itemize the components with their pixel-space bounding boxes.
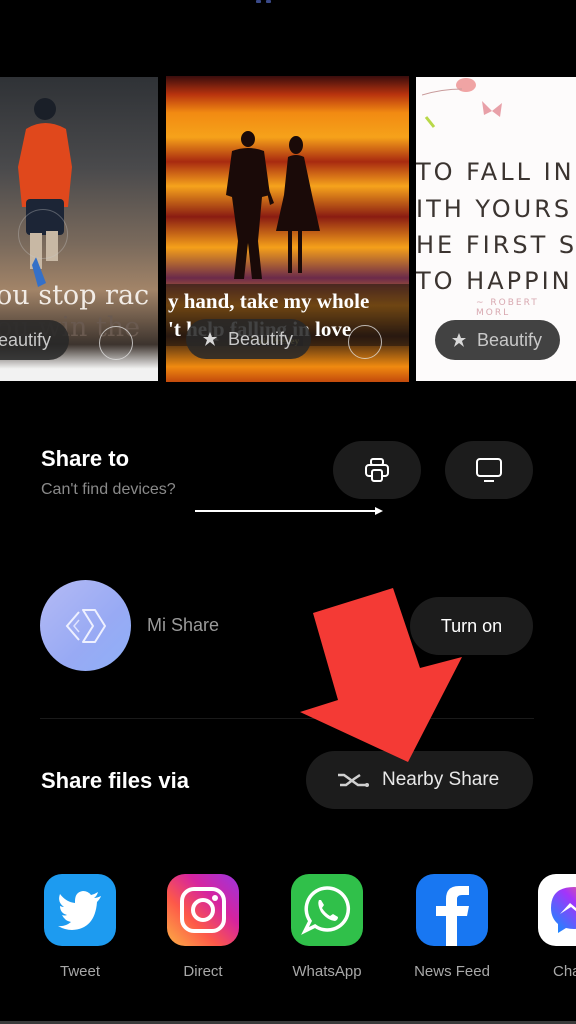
quote-attribution: ~ ROBERT MORL: [476, 298, 539, 318]
share-app-news-feed[interactable]: News Feed: [410, 874, 494, 980]
preview-carousel[interactable]: ou stop rac ou win the Beautify y hand, …: [0, 76, 576, 382]
share-app-tweet[interactable]: Tweet: [43, 874, 117, 980]
preview-card-runner[interactable]: ou stop rac ou win the Beautify: [0, 77, 158, 381]
cast-screen-button[interactable]: [445, 441, 533, 499]
beautify-button[interactable]: Beautify: [186, 319, 312, 359]
turn-on-mi-share-button[interactable]: Turn on: [410, 597, 533, 655]
nearby-share-label: Nearby Share: [382, 769, 500, 790]
preview-card-couple[interactable]: y hand, take my whole 't help falling in…: [166, 76, 409, 382]
status-indicator: [254, 0, 274, 4]
whatsapp-icon: [291, 874, 363, 946]
share-to-heading: Share to: [41, 446, 130, 471]
watermark-ring: [18, 209, 68, 259]
swipe-hint-arrow: [195, 507, 383, 515]
monitor-icon: [476, 458, 502, 482]
share-files-via-heading: Share files via: [41, 768, 189, 793]
app-label: News Feed: [414, 963, 490, 980]
app-label: Chats: [553, 963, 576, 980]
beautify-label: Beautify: [477, 329, 543, 350]
mi-share-logo: [65, 608, 106, 643]
quote-line: y hand, take my whole: [168, 289, 370, 313]
couple-silhouette-image: [226, 131, 320, 279]
instagram-icon: [167, 874, 239, 946]
cant-find-devices-link[interactable]: Can't find devices?: [41, 481, 176, 499]
messenger-icon: [538, 874, 576, 946]
twitter-icon: [44, 874, 116, 946]
section-divider: [40, 718, 534, 719]
mi-share-label: Mi Share: [147, 615, 220, 635]
nearby-share-icon: [338, 773, 369, 787]
mi-share-icon[interactable]: [40, 580, 131, 671]
printer-icon: [365, 458, 389, 482]
quote-line: HE FIRST S: [416, 231, 576, 259]
beautify-button[interactable]: Beautify: [0, 320, 70, 360]
sparkle-icon: [452, 333, 466, 347]
app-label: WhatsApp: [292, 963, 362, 980]
quote-line: TO FALL IN: [416, 158, 575, 186]
share-app-whatsapp[interactable]: WhatsApp: [290, 874, 364, 980]
facebook-icon: [416, 874, 488, 946]
share-app-chats[interactable]: Chats: [537, 874, 576, 980]
quote-line: ou stop rac: [0, 280, 150, 311]
select-checkbox[interactable]: [348, 325, 382, 359]
preview-card-fall-in-love[interactable]: TO FALL IN ITH YOURS HE FIRST S TO HAPPI…: [416, 77, 576, 381]
beautify-button[interactable]: Beautify: [435, 320, 561, 360]
print-button[interactable]: [333, 441, 421, 499]
quote-line: TO HAPPIN: [416, 267, 573, 295]
floral-decoration: [422, 78, 502, 128]
share-app-direct[interactable]: Direct: [166, 874, 240, 980]
select-checkbox[interactable]: [99, 326, 133, 360]
quote-line: ITH YOURS: [416, 195, 573, 223]
nearby-share-button[interactable]: Nearby Share: [306, 751, 533, 809]
beautify-label: Beautify: [0, 329, 52, 350]
app-label: Direct: [183, 963, 223, 980]
sparkle-icon: [203, 332, 217, 346]
app-label: Tweet: [59, 963, 101, 980]
beautify-label: Beautify: [228, 328, 294, 349]
